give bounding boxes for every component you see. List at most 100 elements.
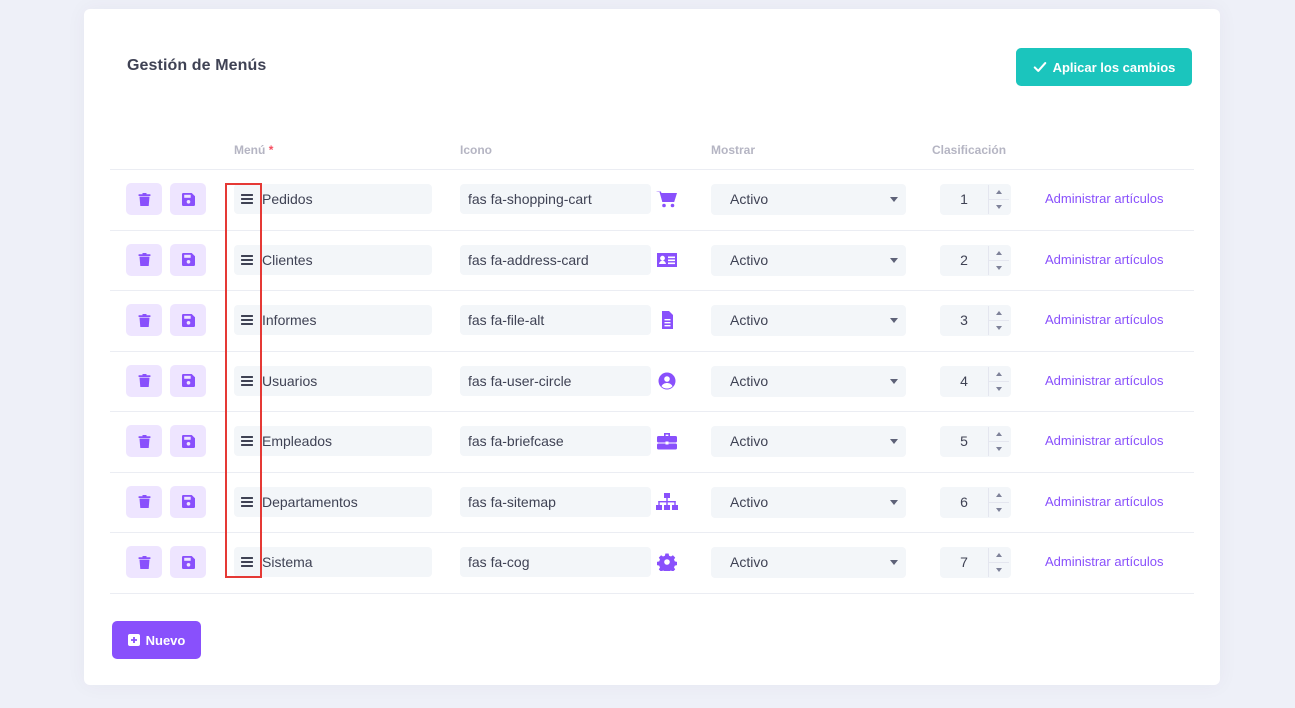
required-mark: * bbox=[268, 143, 274, 157]
menu-name-input[interactable] bbox=[260, 426, 428, 456]
caret-down-icon bbox=[890, 197, 898, 202]
icon-class-field bbox=[460, 486, 651, 517]
status-select[interactable]: Activo bbox=[711, 547, 906, 578]
increment-arrow-icon[interactable] bbox=[989, 185, 1009, 200]
rank-stepper: 7 bbox=[940, 547, 1011, 578]
rank-stepper: 2 bbox=[940, 244, 1011, 276]
status-select-value: Activo bbox=[730, 433, 769, 449]
status-select[interactable]: Activo bbox=[711, 365, 906, 397]
icon-class-input[interactable] bbox=[466, 365, 646, 396]
sitemap-icon bbox=[656, 492, 678, 512]
trash-icon bbox=[138, 434, 151, 448]
status-select[interactable]: Activo bbox=[711, 244, 906, 276]
drag-handle-icon[interactable] bbox=[240, 555, 254, 569]
icon-class-input[interactable] bbox=[466, 305, 646, 335]
icon-class-field bbox=[460, 305, 651, 335]
rank-input[interactable]: 5 bbox=[940, 433, 988, 449]
save-button[interactable] bbox=[170, 243, 206, 276]
rank-spinner bbox=[988, 548, 1009, 577]
rank-input[interactable]: 1 bbox=[940, 191, 988, 207]
increment-arrow-icon[interactable] bbox=[989, 548, 1009, 563]
icon-class-field bbox=[460, 547, 651, 577]
save-button[interactable] bbox=[170, 425, 206, 457]
rank-input[interactable]: 7 bbox=[940, 554, 988, 570]
delete-button[interactable] bbox=[126, 183, 162, 215]
increment-arrow-icon[interactable] bbox=[989, 427, 1009, 442]
increment-arrow-icon[interactable] bbox=[989, 488, 1009, 503]
rank-input[interactable]: 3 bbox=[940, 312, 988, 328]
status-select[interactable]: Activo bbox=[711, 184, 906, 215]
icon-class-input[interactable] bbox=[466, 184, 646, 214]
caret-down-icon bbox=[890, 318, 898, 323]
header-menu: Menú * bbox=[234, 143, 274, 157]
check-icon bbox=[1033, 62, 1046, 72]
decrement-arrow-icon[interactable] bbox=[989, 261, 1009, 275]
menu-name-input[interactable] bbox=[260, 305, 428, 335]
manage-items-link[interactable]: Administrar artículos bbox=[1045, 373, 1163, 388]
drag-handle-icon[interactable] bbox=[240, 313, 254, 327]
menu-name-field bbox=[234, 244, 432, 275]
icon-class-input[interactable] bbox=[466, 244, 646, 275]
delete-button[interactable] bbox=[126, 364, 162, 397]
decrement-arrow-icon[interactable] bbox=[989, 442, 1009, 456]
icon-class-input[interactable] bbox=[466, 426, 646, 456]
delete-button[interactable] bbox=[126, 304, 162, 336]
save-button[interactable] bbox=[170, 485, 206, 518]
drag-handle-icon[interactable] bbox=[240, 192, 254, 206]
address-card-icon bbox=[656, 250, 678, 270]
drag-handle-icon[interactable] bbox=[240, 434, 254, 448]
icon-class-input[interactable] bbox=[466, 486, 646, 517]
status-select[interactable]: Activo bbox=[711, 305, 906, 336]
menu-rows: Activo 1 Administrar artículos Activo 2 bbox=[110, 170, 1194, 594]
menu-name-field bbox=[234, 426, 432, 456]
table-row: Activo 7 Administrar artículos bbox=[110, 533, 1194, 594]
menu-name-input[interactable] bbox=[260, 184, 428, 214]
menu-name-input[interactable] bbox=[260, 244, 428, 275]
menu-name-input[interactable] bbox=[260, 365, 428, 396]
new-menu-button[interactable]: Nuevo bbox=[112, 621, 201, 659]
icon-class-field bbox=[460, 184, 651, 214]
floppy-disk-icon bbox=[181, 374, 195, 387]
apply-changes-button[interactable]: Aplicar los cambios bbox=[1016, 48, 1192, 86]
status-select[interactable]: Activo bbox=[711, 426, 906, 457]
icon-class-field bbox=[460, 365, 651, 396]
delete-button[interactable] bbox=[126, 243, 162, 276]
save-button[interactable] bbox=[170, 183, 206, 215]
manage-items-link[interactable]: Administrar artículos bbox=[1045, 312, 1163, 327]
save-button[interactable] bbox=[170, 546, 206, 578]
increment-arrow-icon[interactable] bbox=[989, 306, 1009, 321]
decrement-arrow-icon[interactable] bbox=[989, 382, 1009, 396]
save-button[interactable] bbox=[170, 304, 206, 336]
rank-input[interactable]: 2 bbox=[940, 252, 988, 268]
drag-handle-icon[interactable] bbox=[240, 253, 254, 267]
drag-handle-icon[interactable] bbox=[240, 374, 254, 388]
manage-items-link[interactable]: Administrar artículos bbox=[1045, 252, 1163, 267]
delete-button[interactable] bbox=[126, 425, 162, 457]
decrement-arrow-icon[interactable] bbox=[989, 563, 1009, 577]
table-row: Activo 4 Administrar artículos bbox=[110, 352, 1194, 412]
trash-icon bbox=[138, 495, 151, 508]
decrement-arrow-icon[interactable] bbox=[989, 503, 1009, 517]
menu-name-input[interactable] bbox=[260, 486, 428, 517]
decrement-arrow-icon[interactable] bbox=[989, 321, 1009, 335]
manage-items-link[interactable]: Administrar artículos bbox=[1045, 191, 1163, 206]
manage-items-link[interactable]: Administrar artículos bbox=[1045, 554, 1163, 569]
delete-button[interactable] bbox=[126, 485, 162, 518]
increment-arrow-icon[interactable] bbox=[989, 367, 1009, 382]
increment-arrow-icon[interactable] bbox=[989, 246, 1009, 261]
menu-name-input[interactable] bbox=[260, 547, 428, 577]
table-row: Activo 6 Administrar artículos bbox=[110, 473, 1194, 533]
save-button[interactable] bbox=[170, 364, 206, 397]
status-select[interactable]: Activo bbox=[711, 486, 906, 518]
decrement-arrow-icon[interactable] bbox=[989, 200, 1009, 214]
manage-items-link[interactable]: Administrar artículos bbox=[1045, 433, 1163, 448]
rank-input[interactable]: 6 bbox=[940, 494, 988, 510]
manage-items-link[interactable]: Administrar artículos bbox=[1045, 494, 1163, 509]
drag-handle-icon[interactable] bbox=[240, 495, 254, 509]
status-select-value: Activo bbox=[730, 191, 769, 207]
plus-square-icon bbox=[127, 634, 140, 646]
delete-button[interactable] bbox=[126, 546, 162, 578]
icon-class-input[interactable] bbox=[466, 547, 646, 577]
menu-name-field bbox=[234, 184, 432, 214]
rank-input[interactable]: 4 bbox=[940, 373, 988, 389]
